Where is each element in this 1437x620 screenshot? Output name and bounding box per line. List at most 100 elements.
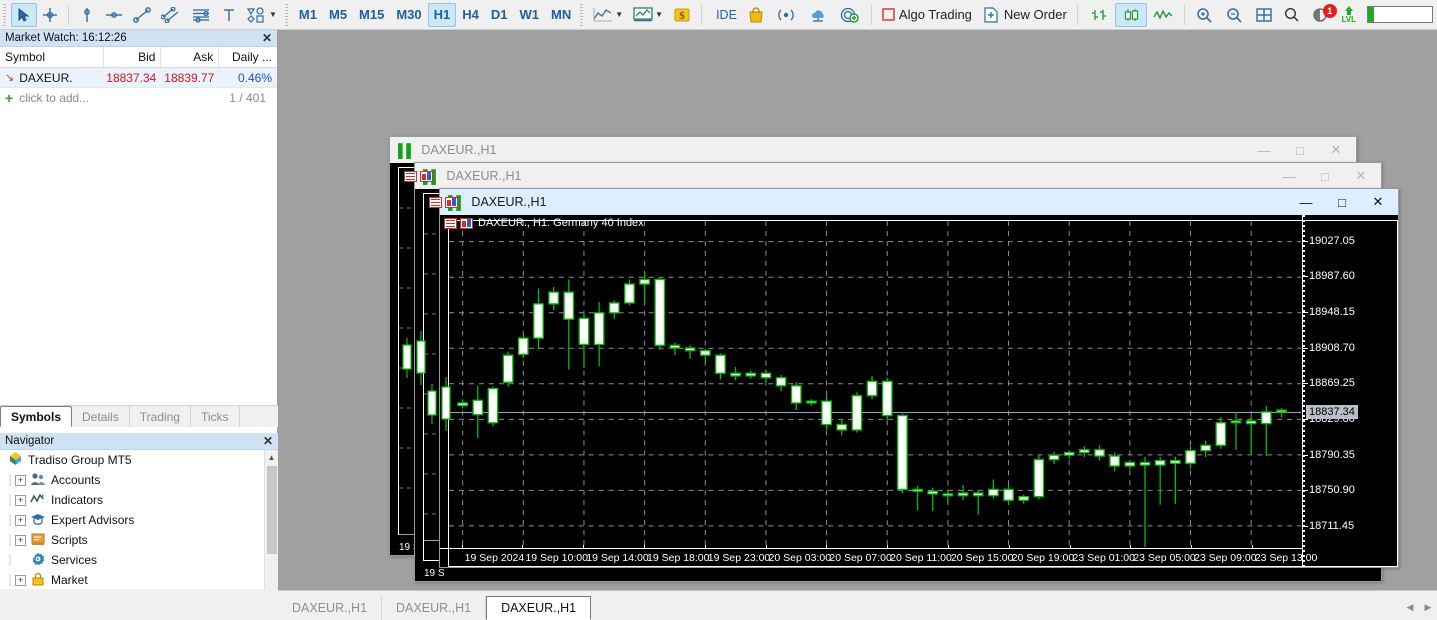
bottom-tab-1[interactable]: DAXEUR.,H1 [278, 596, 382, 620]
column-header-bid[interactable]: Bid [104, 47, 162, 67]
navigator-item-root[interactable]: Tradiso Group MT5 [0, 450, 278, 470]
time-tick-mark [583, 545, 584, 549]
tree-line: │ [6, 575, 15, 586]
add-connection-icon[interactable] [834, 3, 866, 27]
price-axis[interactable]: 19027.0518987.6018948.1518908.7018869.25… [1302, 215, 1398, 567]
timeframe-m1[interactable]: M1 [293, 3, 323, 27]
market-watch-close-icon[interactable]: ✕ [262, 31, 272, 45]
time-tick-mark [1252, 545, 1253, 549]
expand-icon[interactable]: + [15, 495, 26, 506]
line-chart-mode-icon[interactable] [1147, 3, 1179, 27]
chart-2-candles [415, 189, 1381, 581]
tab-symbols[interactable]: Symbols [0, 406, 72, 427]
data-window-icon [429, 197, 442, 208]
navigator-titlebar: Navigator ✕ [0, 433, 278, 450]
bar-chart-mode-icon[interactable] [1083, 3, 1115, 27]
column-header-ask[interactable]: Ask [161, 47, 219, 67]
toolbar-grip-3[interactable] [579, 4, 586, 26]
chart-title-row: DAXEUR., H1: Germany 40 Index [444, 217, 644, 229]
toolbar-grip[interactable] [2, 4, 9, 26]
current-price-label: 18837.34 [1306, 405, 1358, 419]
algo-trading-label: Algo Trading [895, 7, 972, 22]
expand-icon[interactable]: + [15, 515, 26, 526]
channel-tool-button[interactable] [156, 3, 186, 27]
chart-window-2-canvas[interactable]: 19 S [415, 189, 1381, 581]
shapes-tool-button[interactable]: ▼ [242, 3, 282, 27]
symbol-chart-icon [460, 218, 473, 229]
market-watch-title: Market Watch: 16:12:26 [5, 32, 127, 44]
time-axis[interactable]: 19 Sep 202419 Sep 10:0019 Sep 14:0019 Se… [440, 548, 1302, 567]
algo-trading-button[interactable]: Algo Trading [877, 3, 977, 27]
tile-windows-icon[interactable] [1250, 3, 1278, 27]
timeframe-m15[interactable]: M15 [353, 3, 390, 27]
signals-icon[interactable] [770, 3, 802, 27]
market-icon [29, 572, 47, 589]
timeframe-w1[interactable]: W1 [514, 3, 546, 27]
navigator-item-services[interactable]: │ Services [0, 550, 278, 570]
chart-type-chevron-down-icon[interactable]: ▼ [615, 10, 623, 19]
timeframe-m5[interactable]: M5 [323, 3, 353, 27]
shapes-chevron-down-icon[interactable]: ▼ [269, 10, 277, 19]
vps-cloud-icon[interactable] [802, 3, 834, 27]
timeframe-h4[interactable]: H4 [456, 3, 485, 27]
navigator-item-scripts[interactable]: │ + Scripts [0, 530, 278, 550]
currency-icon[interactable]: $ [668, 3, 696, 27]
vertical-line-tool-button[interactable] [74, 3, 100, 27]
ide-button[interactable]: IDE [707, 3, 742, 27]
ask-cell: 18839.77 [161, 68, 219, 87]
time-tick: 23 Sep 05:00 [1133, 552, 1195, 564]
expand-icon[interactable]: + [15, 475, 26, 486]
navigator-item-indicators[interactable]: │ + Indicators [0, 490, 278, 510]
fibonacci-tool-button[interactable] [186, 3, 216, 27]
trendline-tool-button[interactable] [128, 3, 156, 27]
new-order-button[interactable]: New Order [977, 3, 1072, 27]
indicator-chart-icon[interactable]: ▼ [628, 3, 668, 27]
navigator-item-expert-advisors[interactable]: │ + Expert Advisors [0, 510, 278, 530]
navigator-item-market[interactable]: │ + Market [0, 570, 278, 590]
chart-window-1-titlebar[interactable]: ▌▌ DAXEUR.,H1 — □ ✕ [390, 137, 1356, 163]
timeframe-mn[interactable]: MN [545, 3, 577, 27]
crosshair-tool-button[interactable] [37, 3, 63, 27]
tab-ticks[interactable]: Ticks [191, 406, 240, 427]
navigator-item-accounts[interactable]: │ + Accounts [0, 470, 278, 490]
tab-details[interactable]: Details [72, 406, 130, 427]
chart-tabbar: DAXEUR.,H1 DAXEUR.,H1 DAXEUR.,H1 ◀ ▶ [278, 590, 1437, 620]
maximize-button[interactable]: □ [1282, 138, 1318, 162]
cursor-tool-button[interactable] [11, 3, 37, 27]
navigator-close-icon[interactable]: ✕ [263, 434, 273, 448]
minimize-button[interactable]: — [1246, 138, 1282, 162]
market-watch-header-row: Symbol Bid Ask Daily ... [0, 47, 277, 68]
expand-icon[interactable]: + [15, 535, 26, 546]
column-header-symbol[interactable]: Symbol [0, 47, 104, 67]
navigator-item-label: Services [51, 553, 97, 567]
tab-trading[interactable]: Trading [130, 406, 191, 427]
zoom-in-icon[interactable] [1190, 3, 1220, 27]
bottom-tab-2[interactable]: DAXEUR.,H1 [382, 596, 486, 620]
toolbar-grip-2[interactable] [284, 4, 291, 26]
bottom-tab-3[interactable]: DAXEUR.,H1 [486, 596, 591, 620]
horizontal-line-tool-button[interactable] [100, 3, 128, 27]
scroll-up-icon[interactable]: ▲ [265, 450, 278, 464]
scrollbar-thumb[interactable] [267, 466, 277, 554]
table-row[interactable]: ↘ DAXEUR. 18837.34 18839.77 0.46% [0, 68, 277, 88]
tabbar-scroll-right-icon[interactable]: ▶ [1419, 594, 1437, 620]
candlestick-chart-mode-icon[interactable] [1115, 3, 1147, 27]
indicator-chevron-down-icon[interactable]: ▼ [655, 10, 663, 19]
zoom-out-icon[interactable] [1220, 3, 1250, 27]
line-chart-icon[interactable]: ▼ [588, 3, 628, 27]
timeframe-m30[interactable]: M30 [390, 3, 427, 27]
tree-line: │ [6, 555, 15, 566]
expand-icon[interactable]: + [15, 575, 26, 586]
tabbar-scroll-left-icon[interactable]: ◀ [1401, 594, 1419, 620]
symbol-cell: ↘ DAXEUR. [0, 68, 103, 87]
notifications-icon[interactable]: 1 [1306, 3, 1336, 27]
column-header-daily[interactable]: Daily ... [219, 47, 277, 67]
timeframe-d1[interactable]: D1 [485, 3, 514, 27]
navigator-scrollbar[interactable]: ▲ ▼ [264, 450, 278, 605]
timeframe-h1[interactable]: H1 [428, 3, 457, 27]
close-button[interactable]: ✕ [1318, 138, 1354, 162]
search-icon[interactable] [1278, 3, 1306, 27]
market-bag-icon[interactable] [742, 3, 770, 27]
click-to-add-row[interactable]: + click to add... 1 / 401 [0, 88, 277, 108]
text-tool-button[interactable] [216, 3, 242, 27]
